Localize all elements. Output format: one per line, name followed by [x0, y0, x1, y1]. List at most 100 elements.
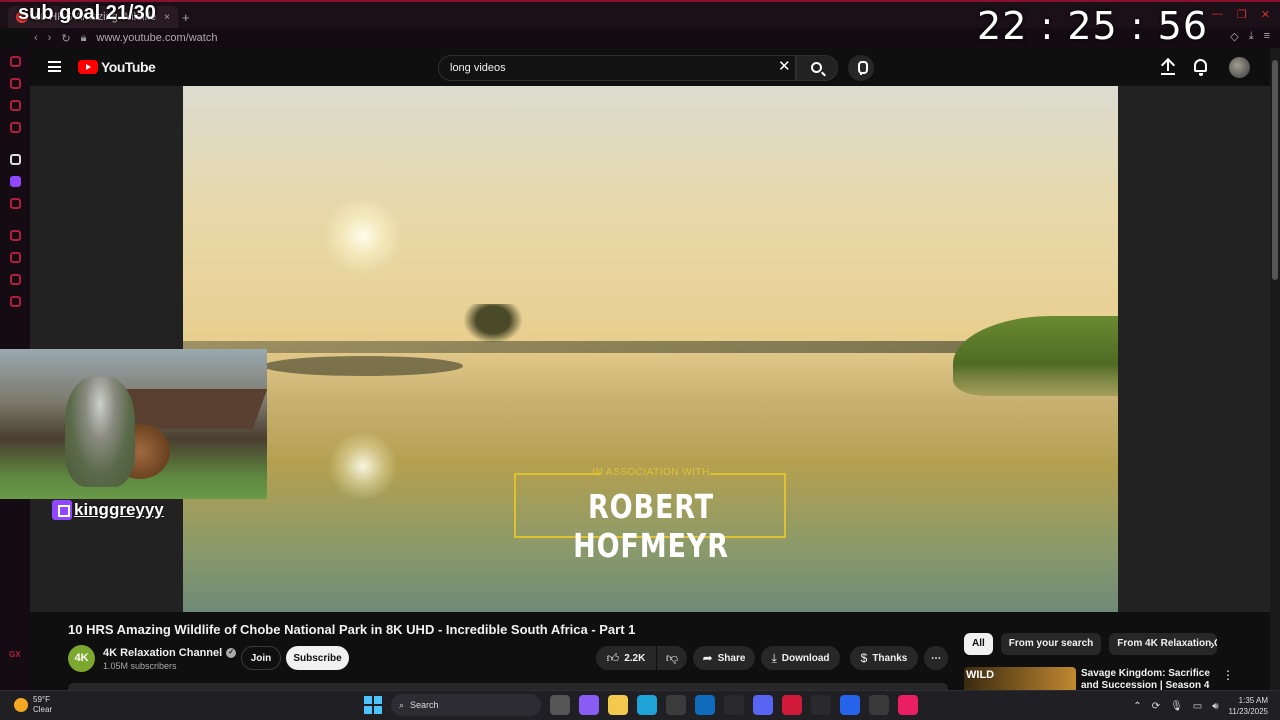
maximize-icon[interactable]: ❐: [1237, 8, 1247, 21]
youtube-header: YouTube long videos ✕: [30, 48, 1270, 86]
chevron-right-icon[interactable]: ›: [1210, 636, 1215, 652]
clear-search-icon[interactable]: ✕: [778, 59, 791, 75]
sidebar-settings-icon[interactable]: [10, 296, 21, 307]
sidebar-gx-icon[interactable]: [10, 56, 21, 67]
tiktok-icon[interactable]: [898, 695, 918, 715]
sidebar-shop-icon[interactable]: [10, 78, 21, 89]
minimize-icon[interactable]: —: [1212, 8, 1223, 21]
file-explorer-icon[interactable]: [608, 695, 628, 715]
sidebar-aria-icon[interactable]: [10, 154, 21, 165]
video-water-reflection: [263, 356, 463, 376]
youtube-wordmark: YouTube: [101, 59, 156, 75]
page-scrollbar[interactable]: [1270, 48, 1280, 690]
lock-icon: 🔒︎: [80, 31, 87, 44]
copilot-icon[interactable]: [579, 695, 599, 715]
search-button[interactable]: [796, 55, 838, 81]
video-credit-overlay: IN ASSOCIATION WITH ROBERT HOFMEYR: [514, 467, 786, 565]
join-button[interactable]: Join: [241, 646, 281, 670]
taskbar-search[interactable]: ⌕ Search: [391, 694, 541, 716]
taskbar-apps: ⌕ Search: [364, 694, 918, 716]
share-button[interactable]: ➦ Share: [693, 646, 755, 670]
account-avatar[interactable]: [1229, 57, 1250, 78]
task-view-icon[interactable]: [550, 695, 570, 715]
thanks-button[interactable]: $ Thanks: [850, 646, 918, 670]
channel-avatar[interactable]: 4K: [68, 645, 95, 672]
tray-mic-icon[interactable]: 🎙︎: [1170, 701, 1183, 712]
tray-network-icon[interactable]: ▭: [1193, 701, 1202, 712]
sidebar-history-icon[interactable]: [10, 230, 21, 241]
youtube-logo[interactable]: YouTube: [78, 59, 156, 75]
subscribe-button[interactable]: Subscribe: [286, 646, 349, 670]
screen: 10 HRS Amazing Wildlife × + — ❐ ✕ ‹ › ↻ …: [0, 0, 1280, 720]
download-button[interactable]: ⤓ Download: [761, 646, 840, 670]
sidebar-bookmark-icon[interactable]: [10, 274, 21, 285]
tray-volume-icon[interactable]: 🔊︎: [1212, 701, 1218, 712]
notes-app-icon[interactable]: [840, 695, 860, 715]
recommendation-title[interactable]: Savage Kingdom: Sacrifice and Succession…: [1081, 668, 1216, 690]
tray-sync-icon[interactable]: ⟳: [1152, 701, 1160, 712]
credit-small-text: IN ASSOCIATION WITH: [592, 467, 710, 478]
scrollbar-thumb[interactable]: [1272, 60, 1278, 280]
opera-gx-icon[interactable]: [782, 695, 802, 715]
tab-close-icon[interactable]: ×: [164, 12, 170, 23]
back-icon[interactable]: ‹: [34, 32, 38, 44]
thanks-icon: $: [860, 651, 868, 665]
url-field[interactable]: www.youtube.com/watch: [96, 32, 217, 44]
sidebar-discord-icon[interactable]: [10, 198, 21, 209]
sidebar-clock-icon[interactable]: [10, 252, 21, 263]
weather-text: 59°F Clear: [33, 695, 52, 715]
subscriber-count: 1.05M subscribers: [103, 661, 177, 671]
taskbar-clock[interactable]: 1:35 AM 11/23/2025: [1229, 695, 1268, 717]
weather-temperature: 59°F: [33, 695, 50, 704]
chip-from-channel[interactable]: From 4K Relaxation Channel: [1109, 633, 1218, 655]
extensions-icon[interactable]: ◇: [1230, 30, 1238, 43]
forward-icon[interactable]: ›: [48, 32, 52, 44]
dislike-button[interactable]: 👎︎: [657, 646, 687, 670]
description-box[interactable]: [68, 683, 948, 690]
thumbs-up-icon: 👍︎: [606, 650, 620, 665]
app-icon[interactable]: [724, 695, 744, 715]
channel-name[interactable]: 4K Relaxation Channel ✓: [103, 647, 237, 659]
search-icon: [811, 62, 822, 73]
video-trees: [463, 304, 523, 344]
voice-search-button[interactable]: [848, 55, 874, 81]
steam-icon[interactable]: [869, 695, 889, 715]
taskbar-date: 11/23/2025: [1228, 707, 1268, 716]
channel-name-text: 4K Relaxation Channel: [103, 647, 223, 659]
taskbar-time: 1:35 AM: [1238, 696, 1268, 705]
menu-icon[interactable]: ≡: [1264, 30, 1270, 43]
new-tab-icon[interactable]: +: [182, 10, 190, 25]
youtube-play-icon: [78, 60, 98, 74]
menu-hamburger-icon[interactable]: [48, 61, 61, 72]
video-frame[interactable]: IN ASSOCIATION WITH ROBERT HOFMEYR: [183, 86, 1118, 612]
upload-icon[interactable]: [1160, 59, 1176, 75]
windows-start-icon[interactable]: [364, 696, 382, 714]
weather-widget[interactable]: 59°F Clear: [14, 695, 52, 715]
webcam-overlay: [0, 349, 267, 499]
discord-icon[interactable]: [753, 695, 773, 715]
edge-icon[interactable]: [637, 695, 657, 715]
sidebar-messenger-icon[interactable]: [10, 100, 21, 111]
video-reeds: [953, 316, 1118, 396]
download-icon[interactable]: ⤓: [1249, 30, 1254, 43]
recommendation-more-icon[interactable]: ⋮: [1222, 668, 1234, 682]
notifications-bell-icon[interactable]: [1194, 59, 1207, 76]
more-actions-button[interactable]: ⋯: [924, 646, 948, 670]
windows-taskbar: 59°F Clear ⌕ Search ⌃ ⟳ 🎙︎ ▭ 🔊︎ 1:35 AM …: [0, 690, 1280, 720]
teamfight-icon[interactable]: [811, 695, 831, 715]
chip-from-search[interactable]: From your search: [1000, 633, 1102, 655]
like-button[interactable]: 👍︎ 2.2K: [596, 646, 656, 670]
sidebar-player-icon[interactable]: [10, 122, 21, 133]
close-window-icon[interactable]: ✕: [1261, 8, 1270, 21]
chip-all[interactable]: All: [964, 633, 993, 655]
search-input[interactable]: long videos: [438, 55, 796, 81]
sidebar-twitch-icon[interactable]: [10, 176, 21, 187]
tray-chevron-icon[interactable]: ⌃: [1133, 701, 1141, 712]
store-icon[interactable]: [666, 695, 686, 715]
system-tray: ⌃ ⟳ 🎙︎ ▭ 🔊︎ 1:35 AM 11/23/2025: [1133, 695, 1268, 717]
recommendation-badge: WILD: [966, 669, 995, 681]
credit-big-text: ROBERT HOFMEYR: [573, 487, 729, 565]
reload-icon[interactable]: ↻: [61, 32, 70, 45]
outlook-icon[interactable]: [695, 695, 715, 715]
recommendation-thumbnail[interactable]: WILD: [964, 667, 1076, 690]
